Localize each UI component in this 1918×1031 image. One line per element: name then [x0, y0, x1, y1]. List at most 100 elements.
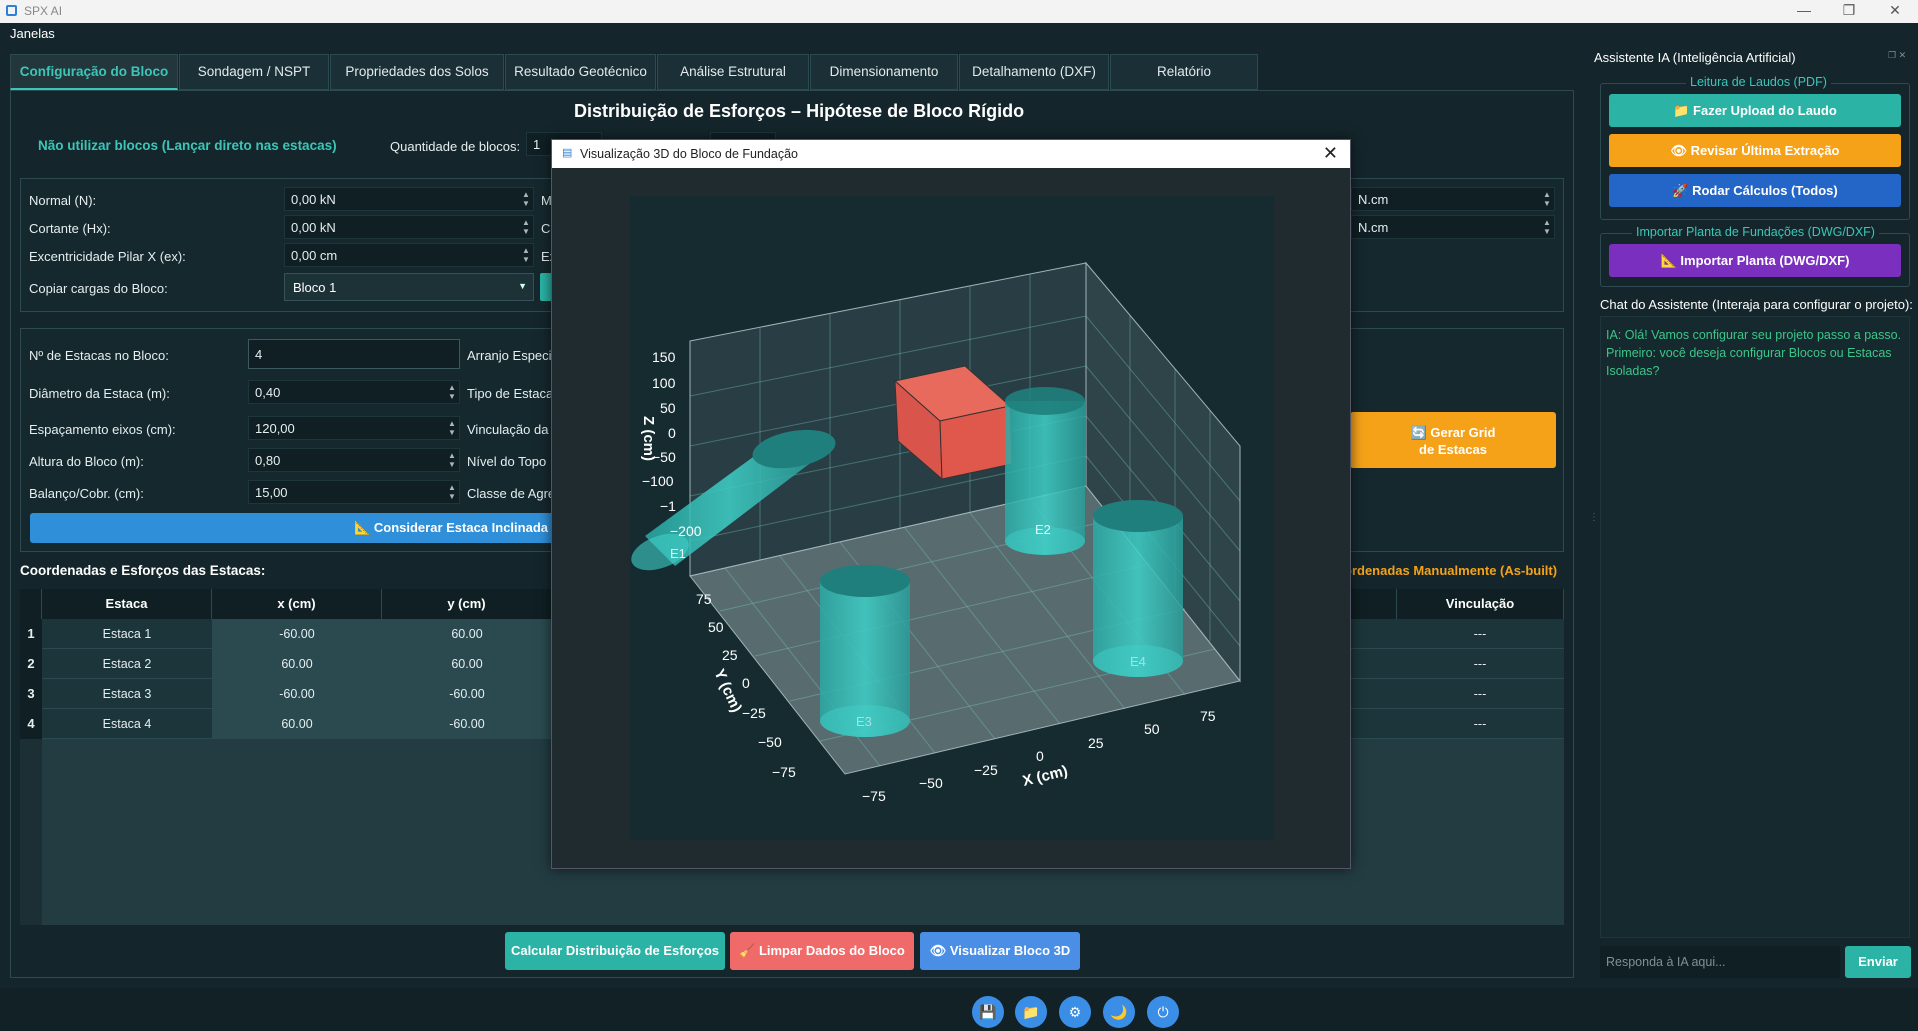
qty-blocks-value: 1: [533, 137, 541, 152]
dialog-app-icon: ▤: [562, 147, 573, 159]
tab-propriedades-solos[interactable]: Propriedades dos Solos: [330, 54, 504, 90]
send-button[interactable]: Enviar: [1845, 946, 1911, 978]
tab-relatorio[interactable]: Relatório: [1110, 54, 1258, 90]
cover-input[interactable]: 15,00 ▲ ▼: [248, 480, 460, 504]
tab-configuracao-bloco[interactable]: Configuração do Bloco: [10, 54, 178, 90]
moon-icon[interactable]: 🌙: [1103, 996, 1135, 1028]
chat-history[interactable]: [1600, 316, 1910, 938]
run-calculations-button[interactable]: 🚀 Rodar Cálculos (Todos): [1609, 174, 1901, 207]
right-moment-input-2[interactable]: N.cm ▲ ▼: [1351, 215, 1555, 239]
chat-input[interactable]: Responda à IA aqui...: [1600, 946, 1840, 978]
undock-icon[interactable]: ❐ ✕: [1888, 50, 1906, 61]
generate-grid-button[interactable]: 🔄 Gerar Grid de Estacas: [1350, 412, 1556, 468]
copy-loads-value: Bloco 1: [293, 280, 337, 295]
z-tick: −1: [660, 498, 676, 514]
cell-vinculacao[interactable]: ---: [1396, 709, 1564, 739]
plot-3d-canvas[interactable]: E2 E1 E4 E3 150 100 50 0 −50 −100 −1 −20…: [630, 196, 1274, 840]
calculate-button[interactable]: Calcular Distribuição de Esforços: [505, 932, 725, 970]
spin-arrows-icon[interactable]: ▲ ▼: [521, 190, 531, 208]
cell-vinculacao[interactable]: ---: [1396, 649, 1564, 679]
cell-y[interactable]: 60.00: [382, 619, 552, 649]
row-number: 1: [20, 619, 42, 649]
cell-x[interactable]: -60.00: [212, 619, 382, 649]
copy-loads-combo[interactable]: Bloco 1 ▼: [284, 273, 534, 301]
block-height-label: Altura do Bloco (m):: [29, 454, 144, 469]
save-icon[interactable]: 💾: [972, 996, 1004, 1028]
restore-button[interactable]: ❐: [1834, 2, 1864, 19]
cell-x[interactable]: 60.00: [212, 709, 382, 739]
tab-analise-estrutural[interactable]: Análise Estrutural: [657, 54, 809, 90]
grid-button-line1: 🔄 Gerar Grid: [1410, 425, 1496, 440]
normal-input[interactable]: 0,00 kN ▲ ▼: [284, 187, 534, 211]
eccentricity-label: Excentricidade Pilar X (ex):: [29, 249, 186, 264]
spin-arrows-icon[interactable]: ▲ ▼: [447, 483, 457, 501]
app-icon: [6, 5, 17, 16]
tab-detalhamento-dxf[interactable]: Detalhamento (DXF): [959, 54, 1109, 90]
spacing-value: 120,00: [255, 421, 295, 436]
col-y[interactable]: y (cm): [382, 589, 552, 619]
splitter-handle[interactable]: ⋮: [1589, 512, 1599, 523]
cell-estaca[interactable]: Estaca 1: [42, 619, 212, 649]
status-bar: [0, 988, 1918, 1031]
cell-vinculacao[interactable]: ---: [1396, 679, 1564, 709]
upload-laudo-button[interactable]: 📁 Fazer Upload do Laudo: [1609, 94, 1901, 127]
menubar: Janelas: [0, 24, 1580, 44]
tab-dimensionamento[interactable]: Dimensionamento: [810, 54, 958, 90]
close-button[interactable]: ✕: [1880, 2, 1910, 19]
tab-resultado-geotecnico[interactable]: Resultado Geotécnico: [505, 54, 656, 90]
spin-arrows-icon[interactable]: ▲ ▼: [1542, 218, 1552, 236]
spacing-input[interactable]: 120,00 ▲ ▼: [248, 416, 460, 440]
view-3d-button[interactable]: 👁 Visualizar Bloco 3D: [920, 932, 1080, 970]
cell-y[interactable]: -60.00: [382, 679, 552, 709]
shear-input[interactable]: 0,00 kN ▲ ▼: [284, 215, 534, 239]
cell-y[interactable]: -60.00: [382, 709, 552, 739]
planta-group-title: Importar Planta de Fundações (DWG/DXF): [1632, 225, 1879, 239]
assistant-title: Assistente IA (Inteligência Artificial): [1594, 50, 1796, 65]
z-tick: 100: [652, 375, 676, 391]
cell-estaca[interactable]: Estaca 4: [42, 709, 212, 739]
tab-sondagem[interactable]: Sondagem / NSPT: [179, 54, 329, 90]
asbuilt-label[interactable]: ordenadas Manualmente (As-built): [1344, 563, 1557, 578]
gear-icon[interactable]: ⚙: [1059, 996, 1091, 1028]
minimize-button[interactable]: —: [1789, 2, 1819, 18]
cell-estaca[interactable]: Estaca 2: [42, 649, 212, 679]
cell-y[interactable]: 60.00: [382, 649, 552, 679]
spin-arrows-icon[interactable]: ▲ ▼: [447, 451, 457, 469]
y-tick: 0: [742, 675, 750, 691]
spin-arrows-icon[interactable]: ▲ ▼: [1542, 190, 1552, 208]
diameter-input[interactable]: 0,40 ▲ ▼: [248, 380, 460, 404]
cell-vinculacao[interactable]: ---: [1396, 619, 1564, 649]
col-vinculacao[interactable]: Vinculação: [1396, 589, 1564, 619]
block-height-input[interactable]: 0,80 ▲ ▼: [248, 448, 460, 472]
cell-x[interactable]: -60.00: [212, 679, 382, 709]
clear-block-button[interactable]: 🧹 Limpar Dados do Bloco: [730, 932, 914, 970]
no-blocks-checkbox[interactable]: Não utilizar blocos (Lançar direto nas e…: [38, 138, 337, 153]
y-tick: 50: [708, 619, 724, 635]
spin-arrows-icon[interactable]: ▲ ▼: [521, 218, 531, 236]
z-tick: 50: [660, 400, 676, 416]
chat-message: IA: Olá! Vamos configurar seu projeto pa…: [1606, 328, 1902, 378]
review-extraction-button[interactable]: 👁 Revisar Última Extração: [1609, 134, 1901, 167]
cell-x[interactable]: 60.00: [212, 649, 382, 679]
laudos-group-title: Leitura de Laudos (PDF): [1686, 75, 1831, 89]
n-piles-label: Nº de Estacas no Bloco:: [29, 348, 169, 363]
right-moment-value-2: N.cm: [1358, 220, 1389, 235]
spin-arrows-icon[interactable]: ▲ ▼: [521, 246, 531, 264]
dialog-close-icon[interactable]: ✕: [1323, 143, 1338, 164]
col-x[interactable]: x (cm): [212, 589, 382, 619]
menu-janelas[interactable]: Janelas: [10, 26, 55, 41]
y-tick: 25: [722, 647, 738, 663]
right-moment-input-1[interactable]: N.cm ▲ ▼: [1351, 187, 1555, 211]
power-icon[interactable]: ⏻: [1147, 996, 1179, 1028]
z-tick: 0: [668, 425, 676, 441]
x-tick: 25: [1088, 735, 1104, 751]
import-planta-button[interactable]: 📐 Importar Planta (DWG/DXF): [1609, 244, 1901, 277]
cell-estaca[interactable]: Estaca 3: [42, 679, 212, 709]
n-piles-input[interactable]: 4: [248, 339, 460, 369]
folder-icon[interactable]: 📁: [1015, 996, 1047, 1028]
col-estaca[interactable]: Estaca: [42, 589, 212, 619]
eccentricity-input[interactable]: 0,00 cm ▲ ▼: [284, 243, 534, 267]
spin-arrows-icon[interactable]: ▲ ▼: [447, 383, 457, 401]
spin-arrows-icon[interactable]: ▲ ▼: [447, 419, 457, 437]
inclined-pile-button[interactable]: 📐 Considerar Estaca Inclinada: [30, 513, 560, 543]
